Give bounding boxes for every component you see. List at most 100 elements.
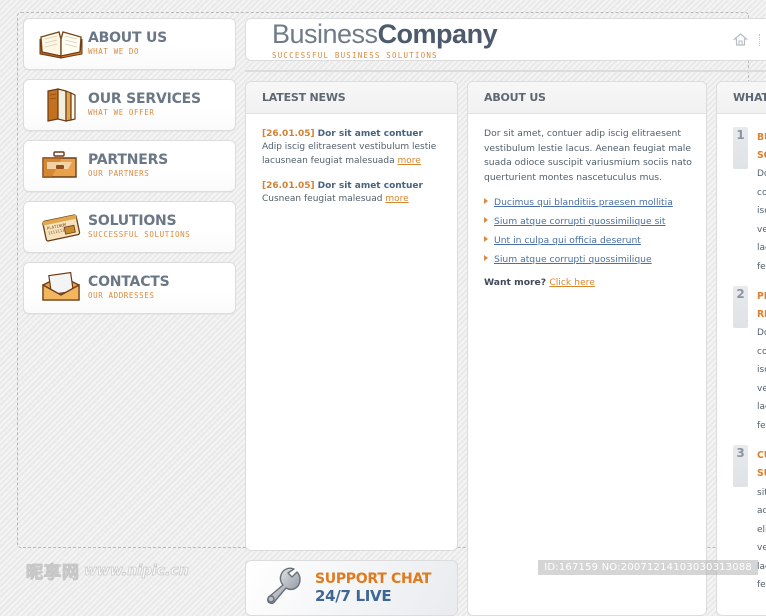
latest-news-title: LATEST NEWS <box>262 91 346 104</box>
logo-tagline: SUCCESSFUL BUSINESS SOLUTIONS <box>272 51 438 60</box>
about-us-body: Dor sit amet, contuer adip iscig elitrae… <box>468 114 706 298</box>
briefcase-icon <box>34 149 88 183</box>
news-item: [26.01.05] Dor sit amet contuer Adip isci… <box>262 127 443 168</box>
about-us-text: Dor sit amet, contuer adip iscig elitrae… <box>484 128 692 183</box>
sidebar-item-text: ABOUT US WHAT WE DO <box>88 29 168 58</box>
offer-text: BUSINESS SOLUTIONS Dor sit amet, contuer… <box>757 127 766 274</box>
card-header: ABOUT US <box>468 82 706 114</box>
sidebar-item-title: PARTNERS <box>88 151 169 168</box>
news-headline[interactable]: Dor sit amet contuer <box>318 129 423 139</box>
news-date: [26.01.05] <box>262 129 315 139</box>
what-we-offer-body: 1 BUSINESS SOLUTIONS Dor sit amet, contu… <box>717 114 766 615</box>
offer-number: 1 <box>733 127 748 169</box>
latest-news-card: LATEST NEWS [26.01.05] Dor sit amet contu… <box>245 81 458 551</box>
triangle-bullet-icon <box>484 236 488 242</box>
about-link[interactable]: Ducimus qui blanditiis praesen mollitia <box>494 196 673 209</box>
sidebar-item-solutions[interactable]: PLATINUM 11111111 SOLUTIONS SUCCESSFUL S… <box>23 201 236 253</box>
sidebar-item-title: CONTACTS <box>88 273 170 290</box>
list-item[interactable]: 1 BUSINESS SOLUTIONS Dor sit amet, contu… <box>733 127 766 274</box>
credit-card-icon: PLATINUM 11111111 <box>34 210 88 244</box>
sidebar-item-subtitle: SUCCESSFUL SOLUTIONS <box>88 229 191 239</box>
watermark-url: www.nipic.cn <box>84 562 190 579</box>
triangle-bullet-icon <box>484 217 488 223</box>
sidebar-item-text: PARTNERS OUR PARTNERS <box>88 151 169 180</box>
offer-description: Dor sit amet, contuer adip iscig elitrae… <box>757 328 766 431</box>
offer-column: WHAT WE OFFER 1 BUSINESS SOLUTIONS Dor s… <box>716 81 766 616</box>
sidebar-item-title: ABOUT US <box>88 29 168 46</box>
news-item: [26.01.05] Dor sit amet contuer Cusnean f… <box>262 179 443 207</box>
about-us-card: ABOUT US Dor sit amet, contuer adip isci… <box>467 81 707 616</box>
businessman-illustration <box>618 70 766 71</box>
list-item[interactable]: Unt in culpa qui officia deserunt <box>484 234 692 247</box>
page-frame: ABOUT US WHAT WE DO OUR SERVICES WHAT WE… <box>17 12 766 616</box>
site-header: BusinessCompany SUCCESSFUL BUSINESS SOLU… <box>245 18 766 61</box>
envelope-icon <box>34 271 88 305</box>
sidebar-item-partners[interactable]: PARTNERS OUR PARTNERS <box>23 140 236 192</box>
news-excerpt: Adip iscig elitraesent vestibulum lestie… <box>262 141 443 168</box>
about-link[interactable]: Sium atque corrupti quossimilique <box>494 253 652 266</box>
about-column: ABOUT US Dor sit amet, contuer adip isci… <box>467 81 707 616</box>
right-column: BusinessCompany SUCCESSFUL BUSINESS SOLU… <box>245 18 766 616</box>
offer-title[interactable]: BUSINESS SOLUTIONS <box>757 132 766 161</box>
list-item[interactable]: Ducimus qui blanditiis praesen mollitia <box>484 196 692 209</box>
offer-description: Dor sit amet, contuer adip iscig elitrae… <box>757 169 766 272</box>
click-here-link[interactable]: Click here <box>549 277 595 288</box>
want-more-label: Want more? <box>484 277 547 288</box>
list-item[interactable]: 2 PROFECCIONAL RESEARCHES Dor sit amet, … <box>733 286 766 433</box>
sidebar-item-subtitle: OUR PARTNERS <box>88 168 150 178</box>
site-logo[interactable]: BusinessCompany SUCCESSFUL BUSINESS SOLU… <box>272 19 730 60</box>
news-column: LATEST NEWS [26.01.05] Dor sit amet contu… <box>245 81 458 616</box>
sidebar-item-text: CONTACTS OUR ADDRESSES <box>88 273 170 302</box>
support-chat-line2: 24/7 LIVE <box>315 586 392 605</box>
hero-banner: Trust our Experience TO MANAGE YOUR BUSI… <box>245 70 766 72</box>
list-item[interactable]: Sium atque corrupti quossimilique sit <box>484 215 692 228</box>
sidebar-item-title: SOLUTIONS <box>88 212 177 229</box>
page-layout: ABOUT US WHAT WE DO OUR SERVICES WHAT WE… <box>23 18 766 616</box>
header-icon-bar <box>730 30 766 50</box>
watermark-logo: 昵享网 www.nipic.cn <box>26 558 190 583</box>
city-skyline-graphic <box>246 70 766 71</box>
sidebar-nav: ABOUT US WHAT WE DO OUR SERVICES WHAT WE… <box>23 18 236 314</box>
sidebar-item-subtitle: WHAT WE OFFER <box>88 107 155 117</box>
content-columns: LATEST NEWS [26.01.05] Dor sit amet contu… <box>245 81 766 616</box>
news-excerpt: Cusnean feugiat malesuad more <box>262 193 443 207</box>
latest-news-body: [26.01.05] Dor sit amet contuer Adip isci… <box>246 114 457 228</box>
books-stack-icon <box>34 87 88 123</box>
triangle-bullet-icon <box>484 255 488 261</box>
logo-wordmark: BusinessCompany <box>272 19 730 49</box>
news-headline[interactable]: Dor sit amet contuer <box>318 181 423 191</box>
sidebar-item-text: SOLUTIONS SUCCESSFUL SOLUTIONS <box>88 212 191 241</box>
open-book-icon <box>34 27 88 61</box>
news-excerpt-text: Cusnean feugiat malesuad <box>262 194 386 204</box>
news-more-link[interactable]: more <box>385 194 408 204</box>
news-more-link[interactable]: more <box>398 156 421 166</box>
about-link[interactable]: Sium atque corrupti quossimilique sit <box>494 215 666 228</box>
home-icon[interactable] <box>730 30 750 50</box>
about-us-title: ABOUT US <box>484 91 546 104</box>
what-we-offer-title: WHAT WE OFFER <box>733 91 766 104</box>
list-item[interactable]: Sium atque corrupti quossimilique <box>484 253 692 266</box>
sidebar-item-text: OUR SERVICES WHAT WE OFFER <box>88 91 201 119</box>
triangle-bullet-icon <box>484 198 488 204</box>
sidebar-item-subtitle: OUR ADDRESSES <box>88 290 155 300</box>
offer-title[interactable]: CUSTOMER SUPPORT <box>757 450 766 479</box>
what-we-offer-card: WHAT WE OFFER 1 BUSINESS SOLUTIONS Dor s… <box>716 81 766 616</box>
sidebar-item-our-services[interactable]: OUR SERVICES WHAT WE OFFER <box>23 79 236 131</box>
news-item-heading: [26.01.05] Dor sit amet contuer <box>262 179 443 193</box>
hero-content: Trust our Experience TO MANAGE YOUR BUSI… <box>246 71 526 72</box>
watermark-id-badge: ID:167159 NO:20071214103030313088 <box>538 560 758 575</box>
sidebar-item-about-us[interactable]: ABOUT US WHAT WE DO <box>23 18 236 70</box>
left-column: ABOUT US WHAT WE DO OUR SERVICES WHAT WE… <box>23 18 236 542</box>
offer-title[interactable]: PROFECCIONAL RESEARCHES <box>757 291 766 320</box>
offer-number: 3 <box>733 445 748 487</box>
about-link[interactable]: Unt in culpa qui officia deserunt <box>494 234 641 247</box>
news-item-heading: [26.01.05] Dor sit amet contuer <box>262 127 443 141</box>
card-header: WHAT WE OFFER <box>717 82 766 114</box>
header-icon-separator <box>759 33 761 46</box>
sidebar-item-contacts[interactable]: CONTACTS OUR ADDRESSES <box>23 262 236 314</box>
card-header: LATEST NEWS <box>246 82 457 114</box>
about-link-list: Ducimus qui blanditiis praesen mollitia … <box>484 196 692 266</box>
offer-number: 2 <box>733 286 748 328</box>
want-more-row: Want more? Click here <box>484 277 692 288</box>
watermark-strip: 昵享网 www.nipic.cn ID:167159 NO:2007121410… <box>0 548 766 588</box>
